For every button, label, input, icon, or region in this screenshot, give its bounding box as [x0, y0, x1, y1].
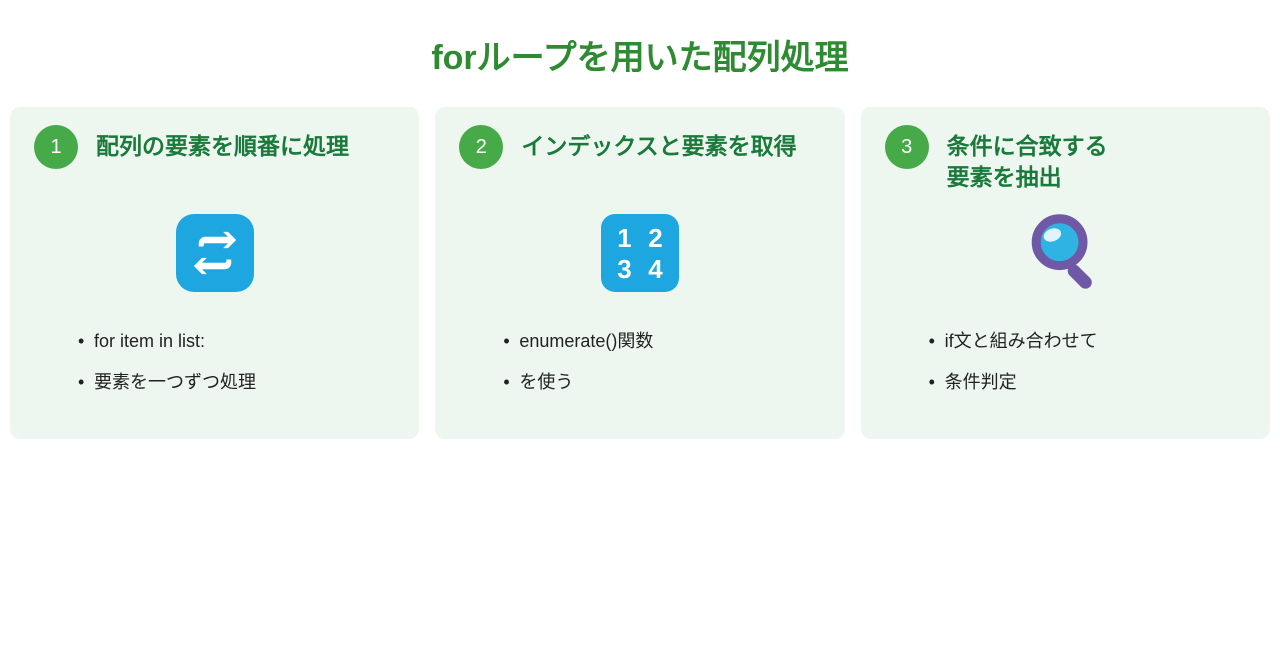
loop-icon [176, 214, 254, 292]
card-1-title: 配列の要素を順番に処理 [96, 125, 349, 162]
cards-row: 1 配列の要素を順番に処理 for item in list: 要素を一つずつ処… [10, 107, 1270, 439]
card-2-header: 2 インデックスと要素を取得 [459, 125, 820, 193]
card-1-bullet-1: for item in list: [94, 329, 385, 354]
card-3-icon-wrap [885, 205, 1246, 301]
page-title: forループを用いた配列処理 [10, 30, 1270, 79]
card-2-title: インデックスと要素を取得 [521, 125, 796, 162]
card-2-bullets: enumerate()関数 を使う [459, 329, 820, 411]
card-3: 3 条件に合致する要素を抽出 if文と組み合わせて 条件判定 [861, 107, 1270, 439]
numbers-icon-2: 2 [640, 222, 671, 253]
card-3-header: 3 条件に合致する要素を抽出 [885, 125, 1246, 193]
card-1-icon-wrap [34, 205, 395, 301]
numbers-icon-4: 4 [640, 253, 671, 284]
card-1-bullets: for item in list: 要素を一つずつ処理 [34, 329, 395, 411]
numbers-icon: 1 2 3 4 [601, 214, 679, 292]
card-3-bullets: if文と組み合わせて 条件判定 [885, 329, 1246, 411]
card-2-number-badge: 2 [459, 125, 503, 169]
card-2-bullet-2: を使う [519, 370, 810, 395]
card-3-bullet-2: 条件判定 [945, 370, 1236, 395]
card-1-header: 1 配列の要素を順番に処理 [34, 125, 395, 193]
card-3-title: 条件に合致する要素を抽出 [947, 125, 1108, 193]
magnify-icon [1020, 208, 1110, 298]
card-1: 1 配列の要素を順番に処理 for item in list: 要素を一つずつ処… [10, 107, 419, 439]
numbers-icon-3: 3 [609, 253, 640, 284]
card-2-bullet-1: enumerate()関数 [519, 329, 810, 354]
card-1-number-badge: 1 [34, 125, 78, 169]
numbers-icon-1: 1 [609, 222, 640, 253]
card-2-icon-wrap: 1 2 3 4 [459, 205, 820, 301]
card-3-number-badge: 3 [885, 125, 929, 169]
card-2: 2 インデックスと要素を取得 1 2 3 4 enumerate()関数 を使う [435, 107, 844, 439]
card-3-bullet-1: if文と組み合わせて [945, 329, 1236, 354]
card-1-bullet-2: 要素を一つずつ処理 [94, 370, 385, 395]
